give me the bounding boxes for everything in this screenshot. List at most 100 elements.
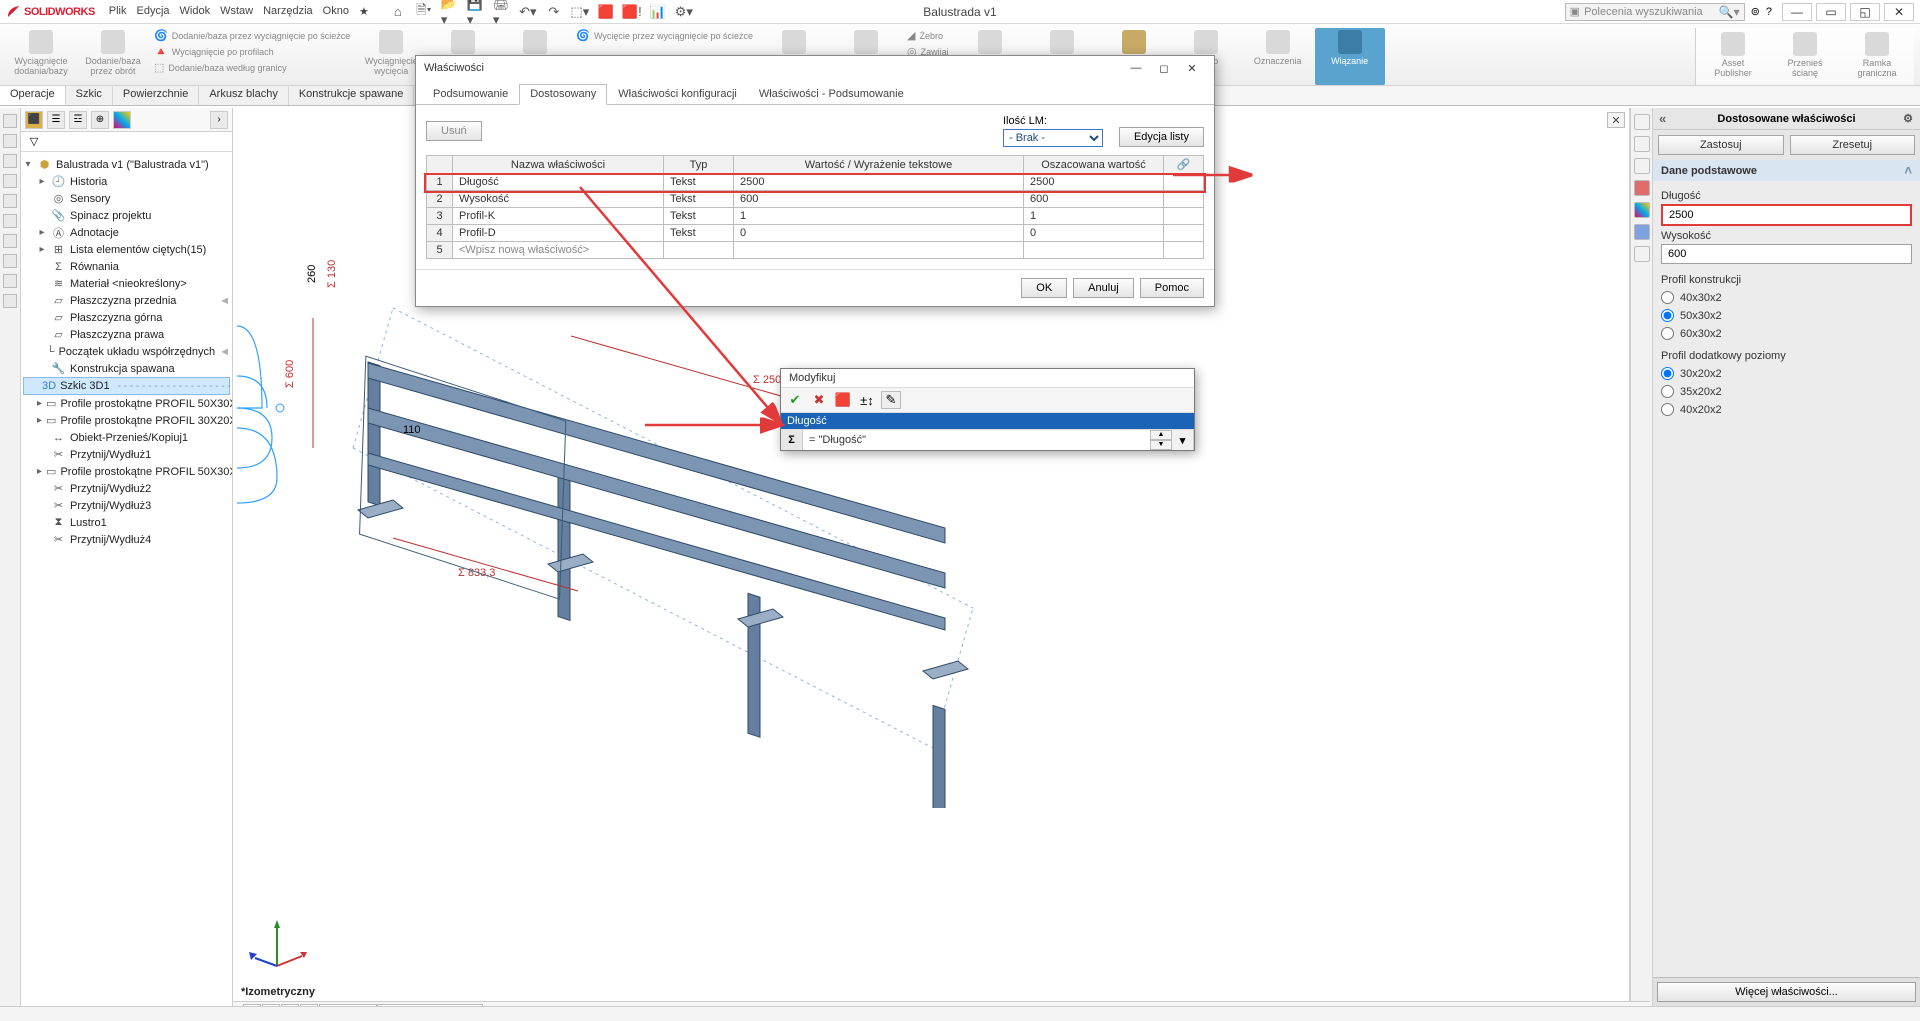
tab-dostosowany[interactable]: Dostosowany: [519, 84, 607, 105]
units-icon[interactable]: ▾: [1172, 430, 1194, 450]
tree-tab-feature-icon[interactable]: ⬛: [25, 111, 43, 129]
home-icon[interactable]: ⌂: [389, 3, 407, 21]
ribbon-rib[interactable]: ◢ Żebro: [903, 28, 953, 43]
user-icon[interactable]: ⊚: [1751, 5, 1760, 18]
collapse-icon[interactable]: «: [1659, 111, 1666, 126]
tree-item-trim2[interactable]: ✂Przytnij/Wydłuż2: [23, 480, 230, 497]
table-row[interactable]: 5<Wpisz nową właściwość>: [427, 242, 1204, 259]
left-rail-icon[interactable]: [3, 234, 17, 248]
print-icon[interactable]: 🖨▾: [493, 3, 511, 21]
options-icon[interactable]: ⚙▾: [675, 3, 693, 21]
reset-button[interactable]: Zresetuj: [1790, 135, 1916, 155]
new-icon[interactable]: 🗎▾: [415, 3, 433, 21]
tree-item-plaszczyzna-gorna[interactable]: ▱Płaszczyzna górna: [23, 309, 230, 326]
sigma-icon[interactable]: Σ: [781, 430, 803, 450]
ribbon-boundary-boss[interactable]: ⬚ Dodanie/baza według granicy: [150, 60, 354, 75]
tree-tab-dim-icon[interactable]: ⊕: [91, 111, 109, 129]
dlugosc-input[interactable]: [1661, 204, 1912, 226]
rebuild-all-icon[interactable]: 🟥!: [623, 3, 641, 21]
radio-30x20x2[interactable]: 30x20x2: [1661, 367, 1912, 380]
tree-expand-icon[interactable]: ›: [210, 111, 228, 129]
tree-item-szkic3d1[interactable]: 3DSzkic 3D1- - - - - - - - - - - - - - -…: [23, 377, 230, 395]
tab-wlasciwosci-konfiguracji[interactable]: Właściwości konfiguracji: [607, 84, 748, 104]
ribbon-move-face[interactable]: Przenieś ścianę: [1770, 30, 1840, 83]
taskpane-rail-icon[interactable]: [1634, 246, 1650, 262]
value-spinner[interactable]: ▲▼: [1150, 430, 1172, 450]
tab-podsumowanie[interactable]: Podsumowanie: [422, 84, 519, 104]
left-rail-icon[interactable]: [3, 294, 17, 308]
help-button[interactable]: Pomoc: [1140, 278, 1204, 298]
left-rail-icon[interactable]: [3, 274, 17, 288]
reject-icon[interactable]: ✖: [809, 391, 829, 409]
tree-root[interactable]: ▾ ⬢ Balustrada v1 ("Balustrada v1"): [23, 156, 230, 173]
left-rail-icon[interactable]: [3, 194, 17, 208]
radio-50x30x2[interactable]: 50x30x2: [1661, 309, 1912, 322]
menu-help-icon[interactable]: ★: [359, 5, 369, 18]
table-row[interactable]: 4Profil-DTekst00: [427, 225, 1204, 242]
tree-item-rownania[interactable]: ΣRównania: [23, 258, 230, 275]
rebuild-icon[interactable]: 🟥: [597, 3, 615, 21]
restore-button[interactable]: ▭: [1816, 3, 1846, 21]
tab-powierzchnie[interactable]: Powierzchnie: [113, 86, 199, 105]
tab-arkusz-blachy[interactable]: Arkusz blachy: [199, 86, 288, 105]
orientation-triad[interactable]: [247, 916, 307, 976]
close-button[interactable]: ✕: [1884, 3, 1914, 21]
dialog-minimize-icon[interactable]: —: [1122, 58, 1150, 78]
tree-item-trim4[interactable]: ✂Przytnij/Wydłuż4: [23, 531, 230, 548]
table-row[interactable]: 2WysokośćTekst600600: [427, 191, 1204, 208]
undo-icon[interactable]: ↶▾: [519, 3, 537, 21]
tree-item-trim3[interactable]: ✂Przytnij/Wydłuż3: [23, 497, 230, 514]
ribbon-markup[interactable]: Oznaczenia: [1243, 28, 1313, 85]
ribbon-revolve-boss[interactable]: Dodanie/baza przez obrót: [78, 28, 148, 85]
delete-button[interactable]: Usuń: [426, 121, 482, 141]
tree-item-profil-50-1[interactable]: ▸▭Profile prostokątne PROFIL 50X30X2(1)◄: [23, 395, 230, 412]
taskpane-rail-icon[interactable]: [1634, 224, 1650, 240]
table-row[interactable]: 1DługośćTekst25002500: [427, 174, 1204, 191]
dialog-maximize-icon[interactable]: ◻: [1150, 58, 1178, 78]
tree-item-plaszczyzna-prawa[interactable]: ▱Płaszczyzna prawa: [23, 326, 230, 343]
accept-icon[interactable]: ✔: [785, 391, 805, 409]
ribbon-loft-boss[interactable]: 🔺 Wyciągnięcie po profilach: [150, 44, 354, 59]
menu-plik[interactable]: Plik: [109, 5, 127, 18]
tree-item-profil-50-3[interactable]: ▸▭Profile prostokątne PROFIL 50X30X2(3)◄: [23, 463, 230, 480]
dialog-close-icon[interactable]: ✕: [1178, 58, 1206, 78]
ribbon-bounding-box[interactable]: Ramka graniczna: [1842, 30, 1912, 83]
taskpane-rail-icon[interactable]: [1634, 136, 1650, 152]
tree-item-weldment[interactable]: 🔧Konstrukcja spawana: [23, 360, 230, 377]
left-rail-icon[interactable]: [3, 174, 17, 188]
menu-wstaw[interactable]: Wstaw: [220, 5, 253, 18]
left-rail-icon[interactable]: [3, 254, 17, 268]
redo-icon[interactable]: ↷: [545, 3, 563, 21]
left-rail-icon[interactable]: [3, 114, 17, 128]
taskpane-rail-icon[interactable]: [1634, 202, 1650, 218]
taskpane-rail-icon[interactable]: [1634, 158, 1650, 174]
taskpane-rail-icon[interactable]: [1634, 180, 1650, 196]
tree-item-origin[interactable]: └Początek układu współrzędnych◄: [23, 343, 230, 360]
tab-szkic[interactable]: Szkic: [66, 86, 113, 105]
modify-expression[interactable]: = "Długość": [803, 432, 1150, 448]
tab-wlasciwosci-podsumowanie[interactable]: Właściwości - Podsumowanie: [748, 84, 915, 104]
tree-item-material[interactable]: ≋Materiał <nieokreślony>: [23, 275, 230, 292]
file-props-icon[interactable]: 📊: [649, 3, 667, 21]
ilosc-select[interactable]: - Brak -: [1003, 129, 1103, 147]
ribbon-extrude-boss[interactable]: Wyciągnięcie dodania/bazy: [6, 28, 76, 85]
menu-edycja[interactable]: Edycja: [137, 5, 170, 18]
tree-item-adnotacje[interactable]: ▸ⒶAdnotacje: [23, 224, 230, 241]
apply-button[interactable]: Zastosuj: [1658, 135, 1784, 155]
left-rail-icon[interactable]: [3, 214, 17, 228]
tree-item-lista-cietych[interactable]: ▸⊞Lista elementów ciętych(15): [23, 241, 230, 258]
more-properties-button[interactable]: Więcej właściwości...: [1657, 982, 1916, 1002]
tree-item-historia[interactable]: ▸🕘Historia: [23, 173, 230, 190]
viewport-close-icon[interactable]: ✕: [1607, 112, 1625, 128]
menu-narzedzia[interactable]: Narzędzia: [263, 5, 313, 18]
tree-item-lustro1[interactable]: ⧗Lustro1: [23, 514, 230, 531]
ribbon-sweep-boss[interactable]: 🌀 Dodanie/baza przez wyciągnięcie po ści…: [150, 28, 354, 43]
tab-operacje[interactable]: Operacje: [0, 86, 66, 105]
menu-widok[interactable]: Widok: [180, 5, 211, 18]
maximize-button[interactable]: ◱: [1850, 3, 1880, 21]
tab-konstrukcje-spawane[interactable]: Konstrukcje spawane: [289, 86, 415, 105]
taskpane-rail-icon[interactable]: [1634, 114, 1650, 130]
tree-item-spinacz[interactable]: 📎Spinacz projektu: [23, 207, 230, 224]
tree-item-profil-30-1[interactable]: ▸▭Profile prostokątne PROFIL 30X20X2(1)◄: [23, 412, 230, 429]
save-icon[interactable]: 💾▾: [467, 3, 485, 21]
